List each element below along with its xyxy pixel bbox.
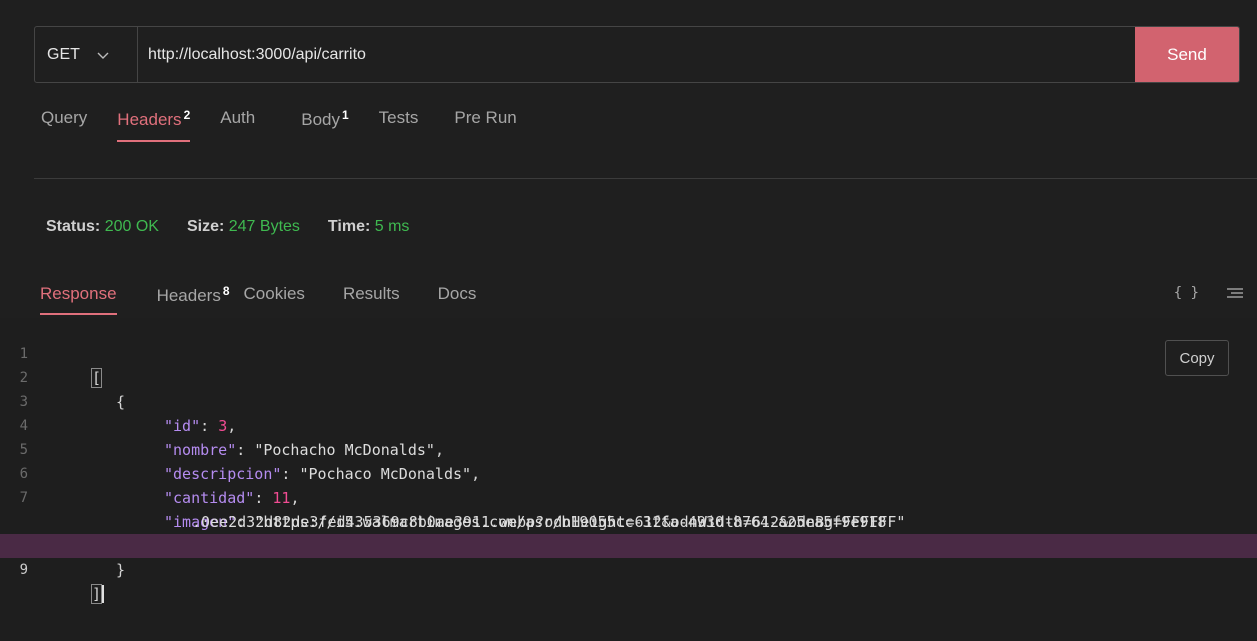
tab-label: Results — [342, 284, 400, 303]
tab-badge: 8 — [222, 284, 230, 298]
format-json-icon[interactable]: { } — [1174, 285, 1199, 301]
code-line: 8 } — [20, 510, 1257, 579]
response-tools: { } — [1174, 285, 1243, 301]
status-info: Status: 200 OK — [46, 218, 159, 236]
tab-label: Response — [40, 284, 117, 303]
time-label: Time: — [327, 218, 371, 235]
line-number: 9 — [19, 562, 28, 578]
line-number: 3 — [19, 394, 28, 410]
tab-label: Auth — [220, 108, 256, 127]
tab-label: Body — [301, 110, 340, 129]
time-info: Time: 5 ms — [328, 218, 410, 236]
tab-label: Headers — [117, 110, 182, 129]
tab-label: Query — [41, 108, 88, 127]
chevron-down-icon — [97, 52, 109, 59]
response-tabs: Response Headers 8 Cookies Results Docs — [40, 284, 502, 315]
line-number: 4 — [19, 418, 28, 434]
tab-body[interactable]: Body 1 — [301, 108, 348, 142]
code-text: } — [116, 561, 126, 579]
code-line: 2 { — [20, 342, 1257, 411]
tab-label: Tests — [378, 108, 419, 127]
size-label: Size: — [186, 218, 225, 235]
copy-button[interactable]: Copy — [1165, 340, 1229, 376]
tab-label: Pre Run — [454, 108, 517, 127]
line-number: 5 — [19, 442, 28, 458]
send-button[interactable]: Send — [1135, 27, 1239, 82]
url-input[interactable] — [138, 27, 1135, 82]
line-number: 7 — [19, 490, 28, 506]
api-client-window: GET Send Query Headers2 Auth Body1 Tests… — [0, 0, 1257, 641]
tab-badge: 2 — [183, 108, 191, 122]
code-line-wrapped: .0ee2d32d82de3fed435369c8b0ae3911.webp?o… — [34, 486, 1257, 531]
method-select[interactable]: GET — [35, 27, 138, 82]
size-value: 247 Bytes — [228, 218, 300, 235]
tab-results[interactable]: Results — [343, 284, 400, 315]
tab-label: Cookies — [243, 284, 305, 303]
tab-badge: 1 — [341, 108, 349, 122]
tab-auth[interactable]: Auth — [220, 108, 255, 140]
tab-response[interactable]: Response — [40, 284, 117, 315]
code-line: 4 "nombre": "Pochacho McDonalds", — [20, 390, 1257, 459]
code-line: 6 "cantidad": 11, — [20, 438, 1257, 507]
bracket: ] — [90, 584, 103, 604]
code-line: 7 "imagen": "https://i5.walmartimages.co… — [20, 462, 1257, 531]
request-tabs: Query Headers 2 Auth Body 1 Tests Pre Run — [41, 108, 547, 148]
line-number: 6 — [19, 466, 28, 482]
size-info: Size: 247 Bytes — [187, 218, 300, 236]
code-line: 1 [ — [20, 318, 1257, 388]
status-value: 200 OK — [104, 218, 159, 235]
tab-headers[interactable]: Headers 2 — [117, 108, 190, 142]
line-number: 1 — [19, 346, 28, 362]
tab-label: Docs — [437, 284, 477, 303]
time-value: 5 ms — [374, 218, 410, 235]
tab-response-headers[interactable]: Headers 8 — [157, 284, 230, 315]
tab-pre-run[interactable]: Pre Run — [454, 108, 516, 140]
tab-docs[interactable]: Docs — [438, 284, 477, 315]
tab-query[interactable]: Query — [41, 108, 87, 140]
line-number: 2 — [19, 370, 28, 386]
method-label: GET — [47, 45, 80, 63]
tab-cookies[interactable]: Cookies — [244, 284, 305, 315]
tab-label: Headers — [156, 286, 221, 305]
tabs-divider — [34, 178, 1257, 179]
response-body-editor[interactable]: 1 [ 2 { 3 "id": 3, 4 "nombre": "Pochacho… — [0, 318, 1257, 641]
request-bar: GET Send — [34, 26, 1240, 83]
code-line: 5 "descripcion": "Pochaco McDonalds", — [20, 414, 1257, 483]
text-cursor — [102, 585, 105, 603]
code-text: ] — [90, 582, 105, 606]
tab-tests[interactable]: Tests — [379, 108, 419, 140]
menu-icon[interactable] — [1227, 287, 1243, 299]
response-status-bar: Status: 200 OK Size: 247 Bytes Time: 5 m… — [46, 218, 409, 236]
code-line-current: 9 ] — [0, 534, 1257, 604]
status-label: Status: — [46, 218, 101, 235]
code-line: 3 "id": 3, — [20, 366, 1257, 435]
